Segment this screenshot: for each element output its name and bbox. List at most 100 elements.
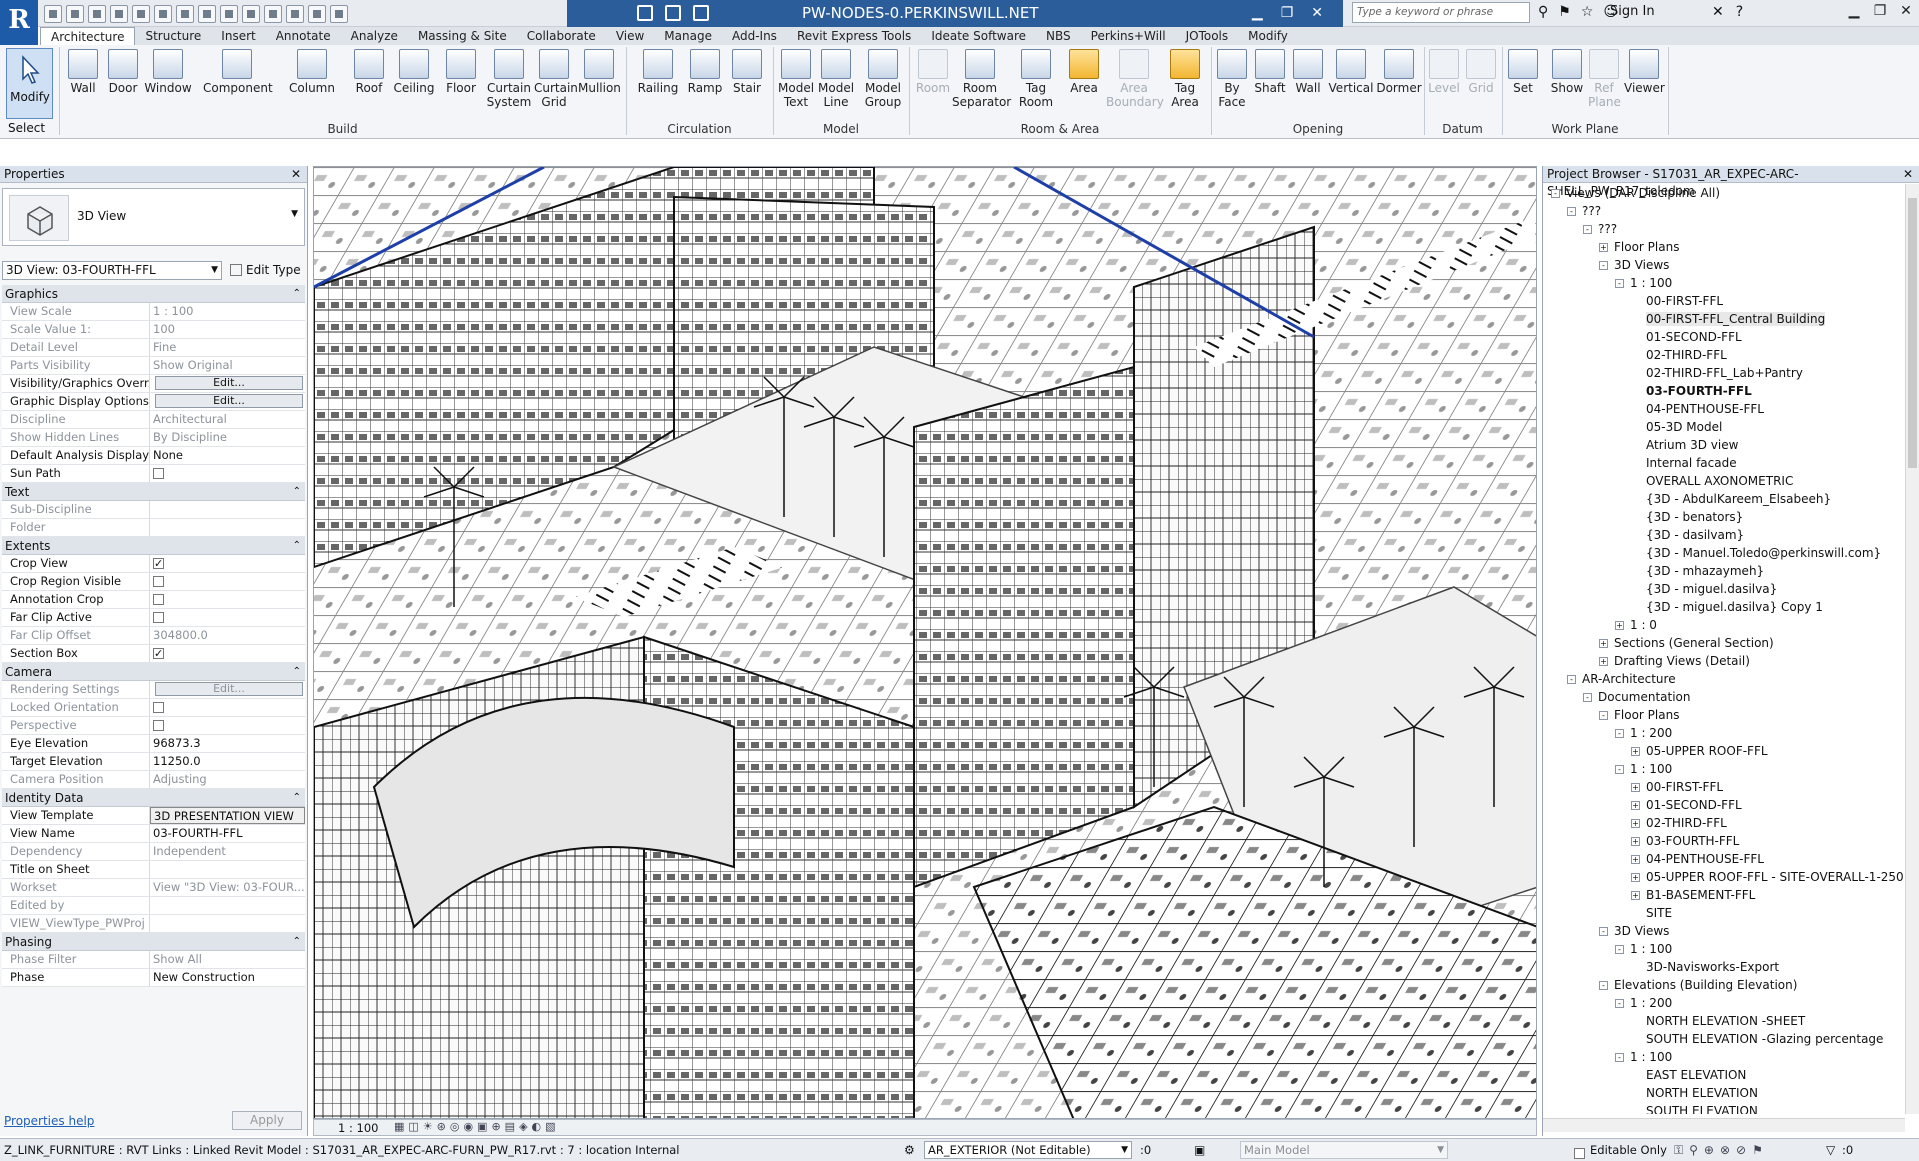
property-checkbox[interactable]	[150, 609, 305, 626]
stair-button[interactable]: Stair	[728, 49, 766, 95]
collapse-toggle-icon[interactable]: -	[1567, 207, 1576, 216]
collapse-toggle-icon[interactable]: -	[1615, 945, 1624, 954]
browser-tree-node[interactable]: - Elevations (Building Elevation)	[1543, 976, 1903, 994]
expand-toggle-icon[interactable]: +	[1631, 819, 1640, 828]
browser-tree-node[interactable]: +05-UPPER ROOF-FFL - SITE-OVERALL-1-250	[1543, 868, 1903, 886]
view-control-icons[interactable]: ▦◫☀⊛◎◉▣⊕▤◈◐▧	[394, 1120, 560, 1133]
minimize-icon[interactable]: ▁	[1841, 0, 1867, 24]
property-row[interactable]: Folder	[2, 519, 305, 537]
property-value[interactable]: 03-FOURTH-FFL	[150, 825, 305, 842]
property-row[interactable]: Locked Orientation	[2, 699, 305, 717]
browser-tree-node[interactable]: Internal facade	[1543, 454, 1903, 472]
tab-nbs[interactable]: NBS	[1036, 27, 1081, 45]
property-row[interactable]: Visibility/Graphics Overr... Edit...	[2, 375, 305, 393]
property-value[interactable]: 11250.0	[150, 753, 305, 770]
property-row[interactable]: Detail Level Fine	[2, 339, 305, 357]
edit-type-button[interactable]: Edit Type	[230, 261, 301, 280]
collapse-icon[interactable]: ⌃	[293, 285, 301, 303]
expand-toggle-icon[interactable]: +	[1631, 873, 1640, 882]
collapse-icon[interactable]: ⌃	[293, 537, 301, 555]
browser-tree-node[interactable]: -???	[1543, 202, 1903, 220]
roof-button[interactable]: Roof	[352, 49, 386, 95]
wall-opening-button[interactable]: Wall	[1292, 49, 1324, 95]
search-input[interactable]: Type a keyword or phrase	[1352, 2, 1530, 23]
sync-icon[interactable]	[88, 5, 106, 23]
expand-toggle-icon[interactable]: +	[1599, 639, 1608, 648]
tab-add-ins[interactable]: Add-Ins	[722, 27, 787, 45]
browser-horizontal-scrollbar[interactable]	[1543, 1118, 1905, 1132]
property-value[interactable]: None	[150, 447, 305, 464]
property-edit-button[interactable]: Edit...	[150, 393, 305, 410]
restore-doc-icon[interactable]: ❐	[1281, 0, 1294, 27]
close-browser-icon[interactable]: ✕	[1903, 166, 1913, 183]
design-options-icon[interactable]: ▣	[1194, 1139, 1205, 1161]
window-button[interactable]: Window	[143, 49, 193, 95]
browser-tree-node[interactable]: -3D Views	[1543, 256, 1903, 274]
model-line-button[interactable]: Model Line	[818, 49, 854, 109]
ramp-button[interactable]: Ramp	[686, 49, 724, 95]
tab-modify[interactable]: Modify	[1238, 27, 1298, 45]
property-row[interactable]: Far Clip Active	[2, 609, 305, 627]
area-boundary-button[interactable]: Area Boundary	[1106, 49, 1164, 109]
door-button[interactable]: Door	[108, 49, 138, 95]
property-row[interactable]: Crop Region Visible	[2, 573, 305, 591]
collapse-toggle-icon[interactable]: -	[1599, 927, 1608, 936]
browser-tree-node[interactable]: {3D - mhazaymeh}	[1543, 562, 1903, 580]
tag-room-button[interactable]: Tag Room	[1014, 49, 1058, 109]
browser-tree-node[interactable]: SOUTH ELEVATION -Glazing percentage	[1543, 1030, 1903, 1048]
collapse-icon[interactable]: ⌃	[293, 789, 301, 807]
browser-tree-node[interactable]: 05-3D Model	[1543, 418, 1903, 436]
thin-lines-icon[interactable]	[286, 5, 304, 23]
tab-architecture[interactable]: Architecture	[40, 27, 136, 45]
property-value[interactable]: New Construction	[150, 969, 305, 986]
active-workset-select[interactable]: AR_EXTERIOR (Not Editable) ▼	[924, 1141, 1132, 1159]
curtain-grid-button[interactable]: Curtain Grid	[534, 49, 578, 109]
property-row[interactable]: View Name 03-FOURTH-FFL	[2, 825, 305, 843]
browser-tree-node[interactable]: -1 : 100	[1543, 940, 1903, 958]
browser-tree-node[interactable]: 03-FOURTH-FFL	[1543, 382, 1903, 400]
browser-tree-node[interactable]: +1 : 0	[1543, 616, 1903, 634]
property-row[interactable]: Eye Elevation 96873.3	[2, 735, 305, 753]
browser-tree-node[interactable]: +01-SECOND-FFL	[1543, 796, 1903, 814]
tab-annotate[interactable]: Annotate	[266, 27, 341, 45]
collapse-toggle-icon[interactable]: -	[1615, 279, 1624, 288]
browser-tree-node[interactable]: + Sections (General Section)	[1543, 634, 1903, 652]
help-icon[interactable]: ?	[1736, 4, 1743, 20]
property-group-header[interactable]: Extents ⌃	[2, 537, 305, 555]
undo-icon[interactable]	[110, 5, 128, 23]
browser-tree-node[interactable]: 04-PENTHOUSE-FFL	[1543, 400, 1903, 418]
floor-button[interactable]: Floor	[442, 49, 480, 95]
close-windows-icon[interactable]	[308, 5, 326, 23]
browser-tree-node[interactable]: + Drafting Views (Detail)	[1543, 652, 1903, 670]
property-row[interactable]: Show Hidden Lines By Discipline	[2, 429, 305, 447]
maximize-icon[interactable]: ❐	[1867, 0, 1893, 24]
switch-windows-icon[interactable]	[330, 5, 348, 23]
area-button[interactable]: Area	[1066, 49, 1102, 95]
browser-tree-node[interactable]: 02-THIRD-FFL	[1543, 346, 1903, 364]
tab-manage[interactable]: Manage	[654, 27, 722, 45]
model-text-button[interactable]: Model Text	[778, 49, 814, 109]
collapse-toggle-icon[interactable]: -	[1567, 675, 1576, 684]
browser-tree-node[interactable]: +03-FOURTH-FFL	[1543, 832, 1903, 850]
editable-only-checkbox[interactable]	[1574, 1148, 1585, 1159]
property-value[interactable]: Architectural	[150, 411, 305, 428]
property-group-header[interactable]: Graphics ⌃	[2, 285, 305, 303]
tab-massing-site[interactable]: Massing & Site	[408, 27, 517, 45]
property-row[interactable]: Perspective	[2, 717, 305, 735]
collapse-icon[interactable]: ⌃	[293, 933, 301, 951]
browser-tree-node[interactable]: +00-FIRST-FFL	[1543, 778, 1903, 796]
property-value[interactable]: By Discipline	[150, 429, 305, 446]
ceiling-button[interactable]: Ceiling	[392, 49, 436, 95]
expand-toggle-icon[interactable]: +	[1631, 783, 1640, 792]
browser-tree-node[interactable]: 3D-Navisworks-Export	[1543, 958, 1903, 976]
property-row[interactable]: Default Analysis Display ... None	[2, 447, 305, 465]
browser-tree-node[interactable]: - AR-Architecture	[1543, 670, 1903, 688]
show-button[interactable]: Show	[1550, 49, 1584, 95]
ref-plane-button[interactable]: Ref Plane	[1588, 49, 1621, 109]
scroll-thumb[interactable]	[1908, 198, 1917, 468]
property-row[interactable]: Title on Sheet	[2, 861, 305, 879]
browser-tree-node[interactable]: 00-FIRST-FFL_Central Building	[1543, 310, 1903, 328]
browser-tree-node[interactable]: -1 : 100	[1543, 1048, 1903, 1066]
property-checkbox[interactable]	[150, 465, 305, 482]
design-option-select[interactable]: Main Model ▼	[1240, 1141, 1448, 1159]
